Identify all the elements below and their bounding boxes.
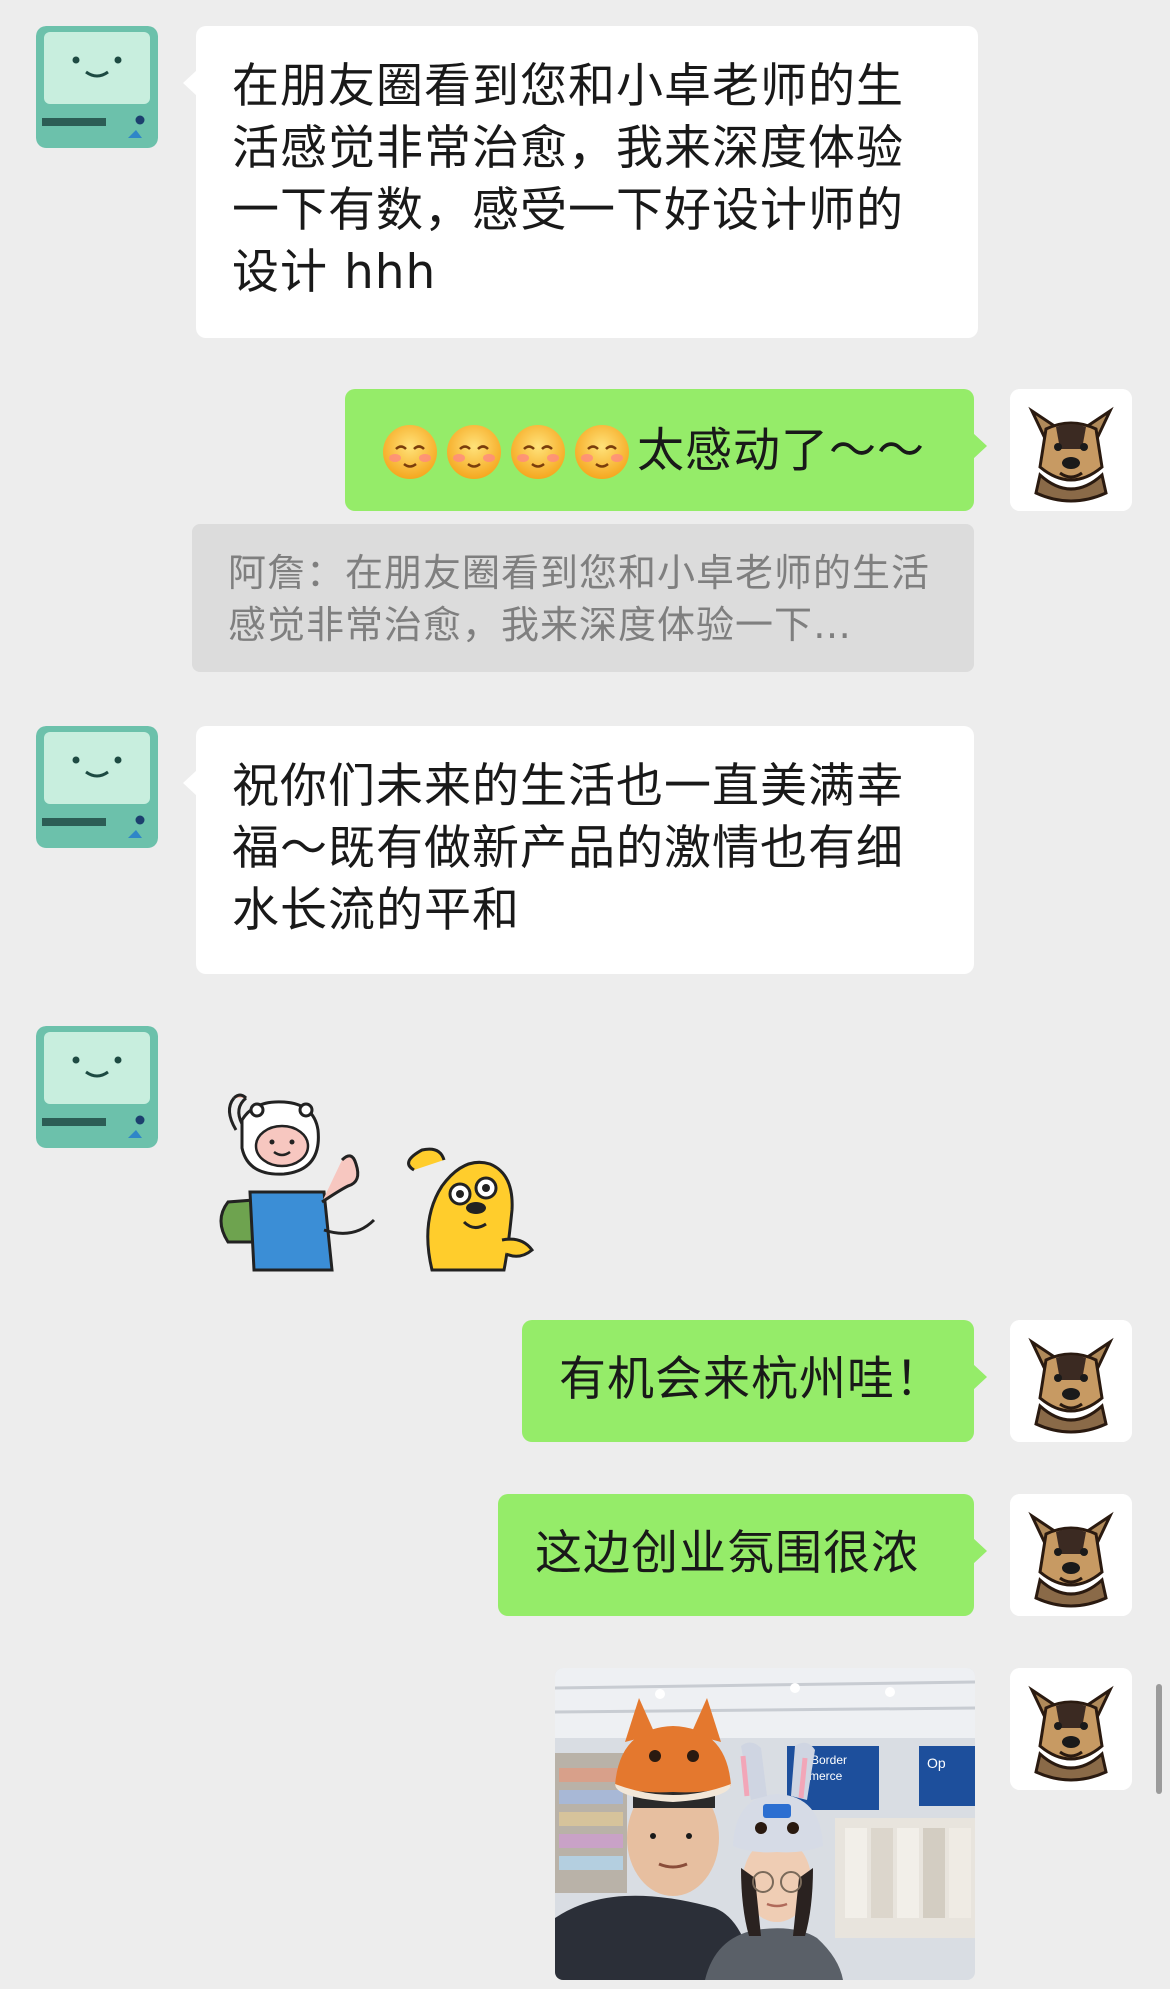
store-sign-text: Border xyxy=(811,1753,847,1767)
dog-avatar-icon[interactable] xyxy=(1010,389,1132,511)
bmo-avatar-icon[interactable] xyxy=(36,1026,158,1148)
dog-avatar-icon[interactable] xyxy=(1010,1494,1132,1616)
message-bubble[interactable]: 这边创业氛围很浓 xyxy=(498,1494,987,1616)
message-text: 这边创业氛围很浓 xyxy=(535,1526,919,1581)
store-sign-text: Op xyxy=(927,1755,946,1771)
message-bubble[interactable]: 祝你们未来的生活也一直美满幸福～既有做新产品的激情也有细水长流的平和 xyxy=(183,726,974,974)
scrollbar[interactable] xyxy=(1156,1684,1162,1794)
quoted-text: 阿詹：在朋友圈看到您和小卓老师的生活感觉非常治愈，我来深度体验一下… xyxy=(228,551,931,647)
finn-and-jake-sticker[interactable] xyxy=(214,1090,584,1272)
blush-emoji-icon xyxy=(509,423,567,481)
dog-avatar-icon[interactable] xyxy=(1010,1668,1132,1790)
bmo-avatar-icon[interactable] xyxy=(36,26,158,148)
selfie-photo[interactable]: Border mmerce Op xyxy=(555,1668,975,1980)
message-text: 在朋友圈看到您和小卓老师的生活感觉非常治愈，我来深度体验一下有数，感受一下好设计… xyxy=(232,59,904,300)
message-bubble[interactable]: 有机会来杭州哇！ xyxy=(522,1320,987,1442)
message-text: 祝你们未来的生活也一直美满幸福～既有做新产品的激情也有细水长流的平和 xyxy=(232,759,904,938)
quoted-message[interactable]: 阿詹：在朋友圈看到您和小卓老师的生活感觉非常治愈，我来深度体验一下… xyxy=(192,524,974,672)
message-bubble[interactable]: 在朋友圈看到您和小卓老师的生活感觉非常治愈，我来深度体验一下有数，感受一下好设计… xyxy=(183,26,978,338)
message-text: 有机会来杭州哇！ xyxy=(559,1352,943,1407)
message-bubble[interactable]: 太感动了～～ xyxy=(345,389,987,511)
message-text: 太感动了～～ xyxy=(637,423,925,479)
bmo-avatar-icon[interactable] xyxy=(36,726,158,848)
blush-emoji-icon xyxy=(445,423,503,481)
blush-emoji-icon xyxy=(381,423,439,481)
blush-emoji-icon xyxy=(573,423,631,481)
dog-avatar-icon[interactable] xyxy=(1010,1320,1132,1442)
